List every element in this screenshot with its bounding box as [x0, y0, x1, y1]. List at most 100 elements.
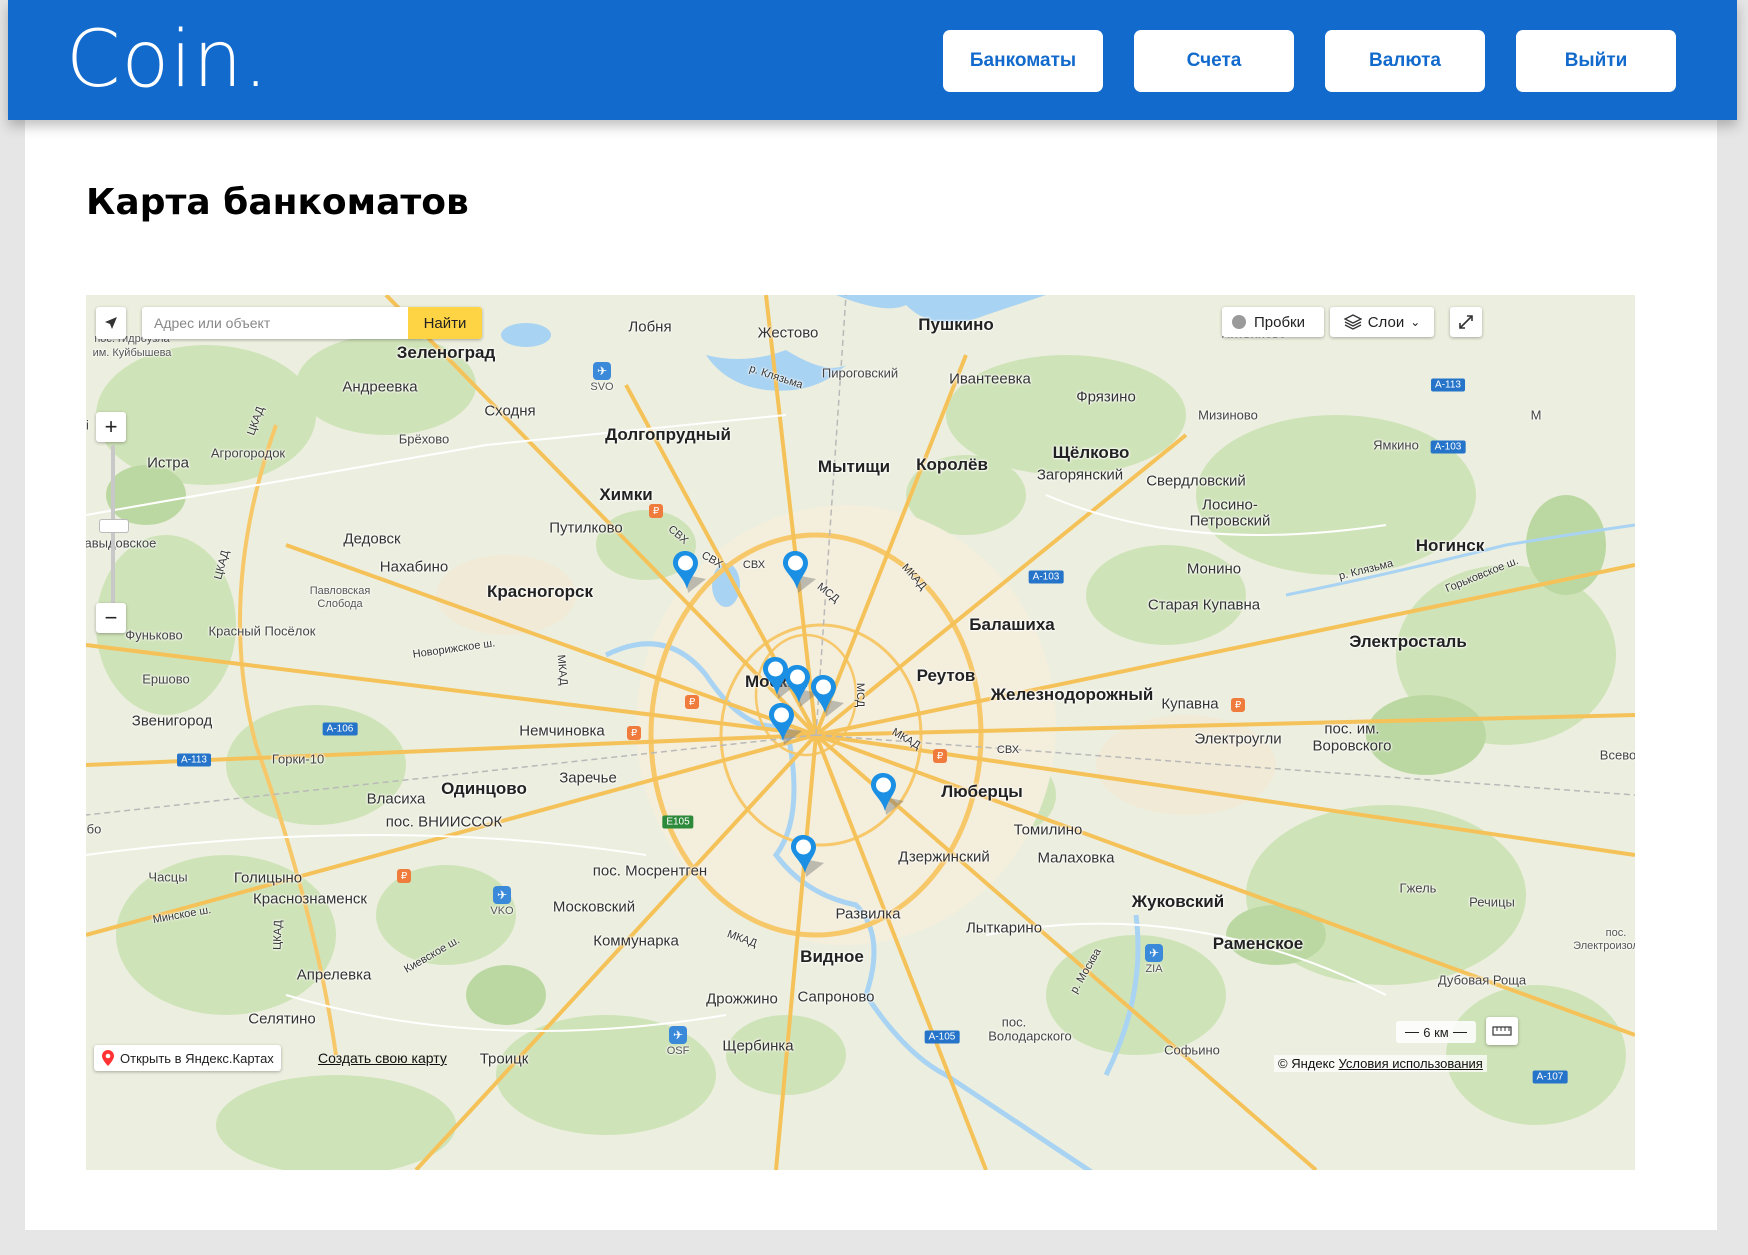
map-copyright: © Яндекс Условия использования: [1274, 1055, 1487, 1072]
map-label: Химки: [599, 485, 653, 504]
map-label: Лосино-: [1202, 496, 1258, 514]
road-shield: A-103: [1028, 570, 1064, 584]
map-label: Раменское: [1212, 934, 1304, 953]
map-search: Найти: [142, 307, 482, 339]
map-search-button[interactable]: Найти: [408, 307, 482, 339]
map-label: Немчиновка: [519, 722, 605, 740]
road-shield: A-107: [1532, 1070, 1568, 1084]
nav-atms-button[interactable]: Банкоматы: [943, 30, 1103, 92]
fullscreen-button[interactable]: [1450, 307, 1482, 337]
airport-icon: ✈: [669, 1026, 687, 1044]
zoom-in-button[interactable]: +: [96, 412, 126, 442]
traffic-icon: [1232, 315, 1246, 329]
map-label: Развилка: [835, 905, 901, 923]
map-label: СВХ: [742, 559, 766, 571]
map-label: і: [86, 417, 89, 433]
location-arrow-icon: [105, 317, 117, 329]
map-label: Давыдовское: [86, 535, 157, 551]
map-label: Павловская: [309, 585, 371, 597]
map-label: Ногинск: [1415, 536, 1485, 555]
map-label: Мытищи: [817, 457, 891, 476]
map-label: Троицк: [479, 1050, 529, 1068]
atm-marker[interactable]: [768, 701, 808, 751]
map-label: МКАД: [554, 654, 570, 686]
map-label: Жестово: [757, 324, 819, 342]
map-label: ZIA: [1145, 963, 1163, 975]
create-map-link[interactable]: Создать свою карту: [318, 1050, 447, 1066]
map-label: Лобня: [628, 318, 672, 336]
map-label: Всево: [1599, 747, 1635, 763]
map-label: Речицы: [1469, 894, 1515, 910]
map-label: Сходня: [484, 402, 536, 420]
map-label: Одинцово: [441, 779, 527, 798]
open-in-yandex-label: Открыть в Яндекс.Картах: [120, 1050, 274, 1066]
map-label: Дрожжино: [706, 990, 778, 1008]
airport-icon: ✈: [1145, 944, 1163, 962]
traffic-button[interactable]: Пробки: [1222, 307, 1324, 337]
map-label: Электроизол: [1573, 940, 1635, 952]
atm-marker[interactable]: [790, 833, 830, 883]
road-shield: A-106: [322, 722, 358, 736]
map-label: Королёв: [916, 455, 988, 474]
map-label: Заречье: [559, 769, 617, 787]
zoom-slider-handle[interactable]: [99, 519, 129, 533]
airport-icon: ✈: [493, 886, 511, 904]
map-label: МСД: [854, 682, 866, 708]
logout-button[interactable]: Выйти: [1516, 30, 1676, 92]
expand-icon: [1459, 315, 1473, 329]
open-in-yandex-link[interactable]: Открыть в Яндекс.Картах: [94, 1045, 281, 1071]
map-label: Пушкино: [918, 315, 994, 334]
map-label: бо: [86, 821, 102, 837]
map-label: Томилино: [1013, 821, 1083, 839]
map-label: Красный Посёлок: [208, 623, 316, 639]
ruble-icon: ₽: [933, 749, 947, 763]
map-label: М: [1530, 407, 1542, 423]
map-label: Монино: [1186, 560, 1242, 578]
layers-button[interactable]: Слои ⌄: [1330, 307, 1434, 337]
map-label: Щёлково: [1052, 443, 1130, 462]
map-label: Свердловский: [1146, 472, 1246, 490]
map-label: Ивантеевка: [949, 370, 1031, 388]
map-label: Жуковский: [1131, 892, 1225, 911]
terms-link[interactable]: Условия использования: [1339, 1056, 1483, 1071]
nav-accounts-button[interactable]: Счета: [1134, 30, 1294, 92]
map-label: Щербинка: [722, 1037, 794, 1055]
atm-marker[interactable]: [810, 673, 850, 723]
map-label: Мизиново: [1198, 407, 1258, 423]
scale-bar-right: [1452, 1031, 1467, 1033]
map-label: ЦКАД: [271, 919, 285, 951]
atm-marker[interactable]: [782, 549, 822, 599]
map-label: Реутов: [916, 666, 976, 685]
map-label: Люберцы: [941, 782, 1023, 801]
chevron-down-icon: ⌄: [1410, 315, 1421, 329]
ruble-icon: ₽: [397, 869, 411, 883]
map-label: Агрогородок: [210, 445, 286, 461]
map-label: Голицыно: [233, 869, 303, 887]
scale-bar-left: [1405, 1031, 1420, 1033]
map-label: Ямкино: [1373, 437, 1419, 453]
map-label: Балашиха: [969, 615, 1055, 634]
ruble-icon: ₽: [649, 504, 663, 518]
geolocation-button[interactable]: [96, 307, 126, 339]
map-label: Брёхово: [398, 431, 450, 447]
layers-icon: [1343, 314, 1362, 330]
zoom-out-button[interactable]: −: [96, 603, 126, 633]
logo[interactable]: Coin.: [66, 12, 269, 108]
scale-label: 6 км: [1423, 1024, 1449, 1040]
map-label: им. Куйбышева: [92, 347, 172, 359]
atm-marker[interactable]: [870, 771, 910, 821]
map-label: пос.: [1001, 1014, 1027, 1030]
map-label: Коммунарка: [593, 932, 679, 950]
map-search-input[interactable]: [142, 307, 408, 339]
copyright-label: © Яндекс: [1278, 1056, 1335, 1071]
atm-marker[interactable]: [672, 549, 712, 599]
map-label: Купавна: [1161, 695, 1219, 713]
map-label: пос. им.: [1324, 720, 1380, 738]
atm-map[interactable]: Лобня Жестово Пушкино Литвиново пос. гид…: [86, 295, 1635, 1170]
map-label: Долгопрудный: [605, 425, 731, 444]
map-label: Горки-10: [271, 751, 325, 767]
page-title: Карта банкоматов: [86, 182, 469, 223]
nav-currency-button[interactable]: Валюта: [1325, 30, 1485, 92]
app-header: Coin. Банкоматы Счета Валюта Выйти: [8, 0, 1737, 120]
ruler-button[interactable]: [1486, 1017, 1518, 1045]
